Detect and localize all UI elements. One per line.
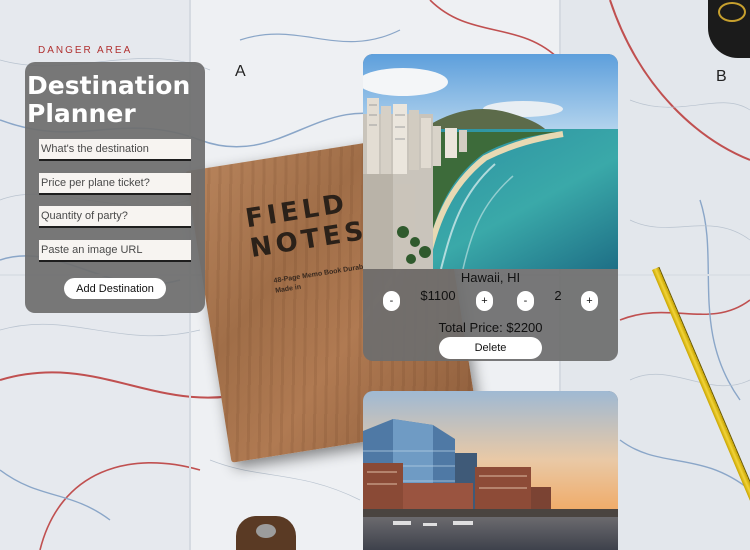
destination-input[interactable] <box>39 139 191 161</box>
ticket-price-value: $1100 <box>420 288 456 303</box>
destination-planner-form: Destination Planner Add Destination <box>25 62 205 313</box>
party-quantity-value: 2 <box>554 288 562 303</box>
add-destination-button[interactable]: Add Destination <box>64 278 166 299</box>
destination-card: Hawaii, HI - $1100 + - 2 + Total Price: … <box>363 54 618 361</box>
party-quantity-input[interactable] <box>39 206 191 228</box>
destination-name: Hawaii, HI <box>460 270 521 285</box>
ticket-price-input[interactable] <box>39 173 191 195</box>
map-label-danger: DANGER AREA <box>38 45 133 56</box>
quantity-increment-button[interactable]: + <box>581 291 598 311</box>
image-url-input[interactable] <box>39 240 191 262</box>
page-title: Destination Planner <box>27 71 191 128</box>
leather-strap <box>236 516 296 550</box>
destination-card <box>363 391 618 550</box>
price-decrement-button[interactable]: - <box>383 291 400 311</box>
map-grid-label-a: A <box>235 63 246 80</box>
destination-image <box>363 54 618 269</box>
map-grid-label-b: B <box>716 68 727 85</box>
total-price: Total Price: $2200 <box>438 320 543 335</box>
delete-button[interactable]: Delete <box>439 337 542 359</box>
price-increment-button[interactable]: + <box>476 291 493 311</box>
destination-image <box>363 391 618 550</box>
quantity-decrement-button[interactable]: - <box>517 291 534 311</box>
